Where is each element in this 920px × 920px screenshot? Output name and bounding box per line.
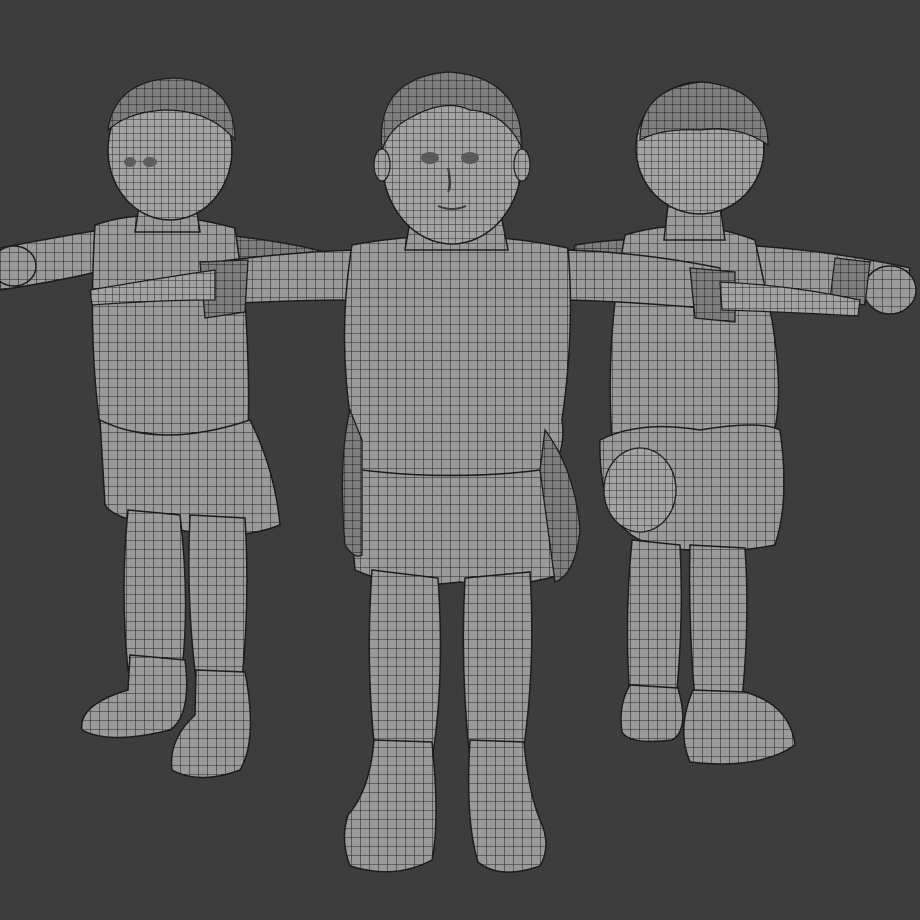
- right-figure-near-hand: [863, 265, 917, 315]
- center-figure-right-eye: [461, 152, 479, 164]
- center-figure-left-side-cloth: [341, 407, 363, 557]
- right-figure-cloth-fold: [603, 447, 677, 533]
- right-figure-near-boot: [682, 689, 796, 765]
- center-figure-left-eye: [421, 152, 439, 164]
- right-figure-near-leg: [688, 544, 748, 701]
- center-figure-sweater: [343, 234, 572, 477]
- center-figure-shirt-tail: [352, 467, 563, 586]
- center-figure-left-ear: [373, 148, 391, 182]
- 3d-viewport[interactable]: [0, 0, 920, 920]
- center-figure-left-leg: [368, 569, 442, 761]
- center-figure-right-ear: [513, 148, 531, 182]
- right-figure-far-boot: [620, 684, 684, 743]
- right-figure-far-leg: [626, 539, 683, 701]
- left-figure-near-hand: [0, 245, 37, 287]
- center-figure-left-boot: [343, 739, 437, 873]
- center-figure-right-boot: [467, 739, 547, 873]
- wireframe-render: [0, 71, 917, 873]
- three-quarter-view-figure: [0, 77, 361, 779]
- back-three-quarter-view-figure: [569, 81, 917, 765]
- center-figure-right-leg: [462, 571, 533, 761]
- left-figure-eye: [143, 157, 157, 167]
